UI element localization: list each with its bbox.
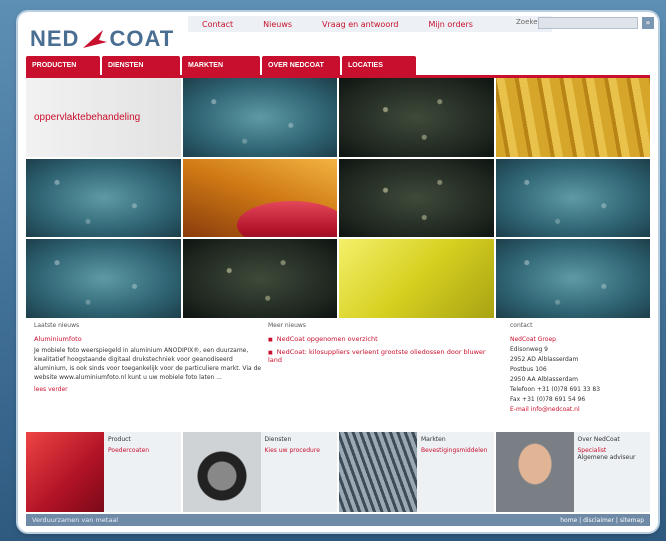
hero-image-grid: oppervlaktebehandeling — [26, 78, 650, 318]
toplink-vraag-en-antwoord[interactable]: Vraag en antwoord — [322, 20, 398, 29]
card-link[interactable]: Kies uw procedure — [265, 447, 320, 454]
card-title: Diensten — [264, 436, 292, 443]
contact-address-line: 2950 AA Alblasserdam — [510, 376, 579, 383]
hero-tile — [495, 239, 650, 318]
nav-markten[interactable]: MARKTEN — [182, 56, 260, 76]
read-more-link[interactable]: lees verder — [34, 386, 264, 393]
card-over-nedcoat[interactable]: Over NedCoat Specialist Algemene adviseu… — [495, 432, 650, 512]
card-image — [339, 432, 417, 512]
contact-phone: Telefoon +31 (0)78 691 33 83 — [510, 386, 601, 393]
card-diensten[interactable]: Diensten Kies uw procedure — [182, 432, 337, 512]
top-links: Contact Nieuws Vraag en antwoord Mijn or… — [188, 16, 552, 32]
contact-heading: contact — [510, 322, 533, 329]
logo-text-left: NED — [30, 26, 80, 51]
card-title: Product — [108, 436, 131, 443]
search-input[interactable] — [538, 17, 638, 29]
nav-locaties[interactable]: LOCATIES — [342, 56, 416, 76]
card-image — [26, 432, 104, 512]
card-title: Over NedCoat — [577, 436, 620, 443]
latest-news-heading: Laatste nieuws — [34, 322, 80, 329]
nav-producten[interactable]: PRODUCTEN — [26, 56, 100, 76]
card-link[interactable]: Specialist — [578, 447, 636, 454]
card-text: Diensten Kies uw procedure — [261, 432, 324, 512]
toplink-nieuws[interactable]: Nieuws — [263, 20, 292, 29]
contact-email[interactable]: E-mail info@nedcoat.nl — [510, 405, 646, 415]
hero-cylinder — [237, 201, 337, 238]
card-text: Markten Bevestigingsmiddelen — [417, 432, 491, 512]
latest-news: Laatste nieuws Aluminiumfoto Je mobiele … — [34, 322, 264, 432]
card-image — [495, 432, 574, 512]
news-title[interactable]: Aluminiumfoto — [34, 335, 264, 343]
card-text: Product Poedercoaten — [104, 432, 153, 512]
card-link[interactable]: Poedercoaten — [108, 447, 149, 454]
main-nav: PRODUCTEN DIENSTEN MARKTEN OVER NEDCOAT … — [26, 56, 418, 76]
card-text: Over NedCoat Specialist Algemene adviseu… — [574, 432, 640, 512]
toplink-mijn-orders[interactable]: Mijn orders — [428, 20, 472, 29]
more-news: Meer nieuws NedCoat opgenomen overzicht … — [268, 322, 488, 432]
nav-diensten[interactable]: DIENSTEN — [102, 56, 180, 76]
footer-tagline: Verduurzamen van metaal — [32, 516, 119, 524]
footer-links[interactable]: home | disclaimer | sitemap — [560, 517, 644, 524]
contact-address-line: Postbus 106 — [510, 366, 547, 373]
logo-arrow-icon — [83, 30, 108, 48]
hero-caption: oppervlaktebehandeling — [34, 112, 141, 123]
contact-address-line: Edisonweg 9 — [510, 346, 548, 353]
hero-tile — [339, 239, 494, 318]
card-link[interactable]: Bevestigingsmiddelen — [421, 447, 487, 454]
footer: Verduurzamen van metaal home | disclaime… — [26, 514, 650, 526]
hero-tile — [339, 158, 494, 238]
nav-over-nedcoat[interactable]: OVER NEDCOAT — [262, 56, 340, 76]
logo-text-right: COAT — [109, 26, 175, 51]
card-title: Markten — [421, 436, 446, 443]
hero-tile — [26, 239, 181, 318]
hero-tile — [182, 239, 337, 318]
contact-company: NedCoat Groep — [510, 336, 556, 343]
bottom-cards: Product Poedercoaten Diensten Kies uw pr… — [26, 432, 650, 512]
more-news-item[interactable]: NedCoat: kilosuppliers verleent grootste… — [268, 348, 488, 364]
card-image — [182, 432, 261, 512]
card-markten[interactable]: Markten Bevestigingsmiddelen — [339, 432, 494, 512]
hero-tile — [26, 158, 181, 238]
news-body: Je mobiele foto weerspiegeld in aluminiu… — [34, 347, 262, 381]
contact-block: contact NedCoat Groep Edisonweg 9 2952 A… — [510, 322, 646, 432]
hero-tile-caption: oppervlaktebehandeling — [26, 78, 181, 157]
hero-tile — [495, 158, 650, 238]
contact-fax: Fax +31 (0)78 691 54 96 — [510, 396, 586, 403]
card-subtitle: Algemene adviseur — [577, 454, 636, 461]
hero-tile — [182, 78, 337, 157]
hero-tile — [495, 78, 650, 157]
info-section: Laatste nieuws Aluminiumfoto Je mobiele … — [26, 322, 650, 432]
toplink-contact[interactable]: Contact — [202, 20, 233, 29]
search-button[interactable]: » — [642, 17, 654, 29]
hero-tile — [339, 78, 494, 157]
hero-tile — [182, 158, 337, 238]
nedcoat-logo[interactable]: NED COAT — [30, 26, 174, 52]
more-news-heading: Meer nieuws — [268, 322, 306, 329]
card-product[interactable]: Product Poedercoaten — [26, 432, 181, 512]
page-frame: NED COAT Contact Nieuws Vraag en antwoor… — [18, 12, 658, 532]
more-news-item[interactable]: NedCoat opgenomen overzicht — [268, 335, 488, 343]
header: NED COAT Contact Nieuws Vraag en antwoor… — [18, 12, 658, 58]
contact-address-line: 2952 AD Alblasserdam — [510, 356, 579, 363]
